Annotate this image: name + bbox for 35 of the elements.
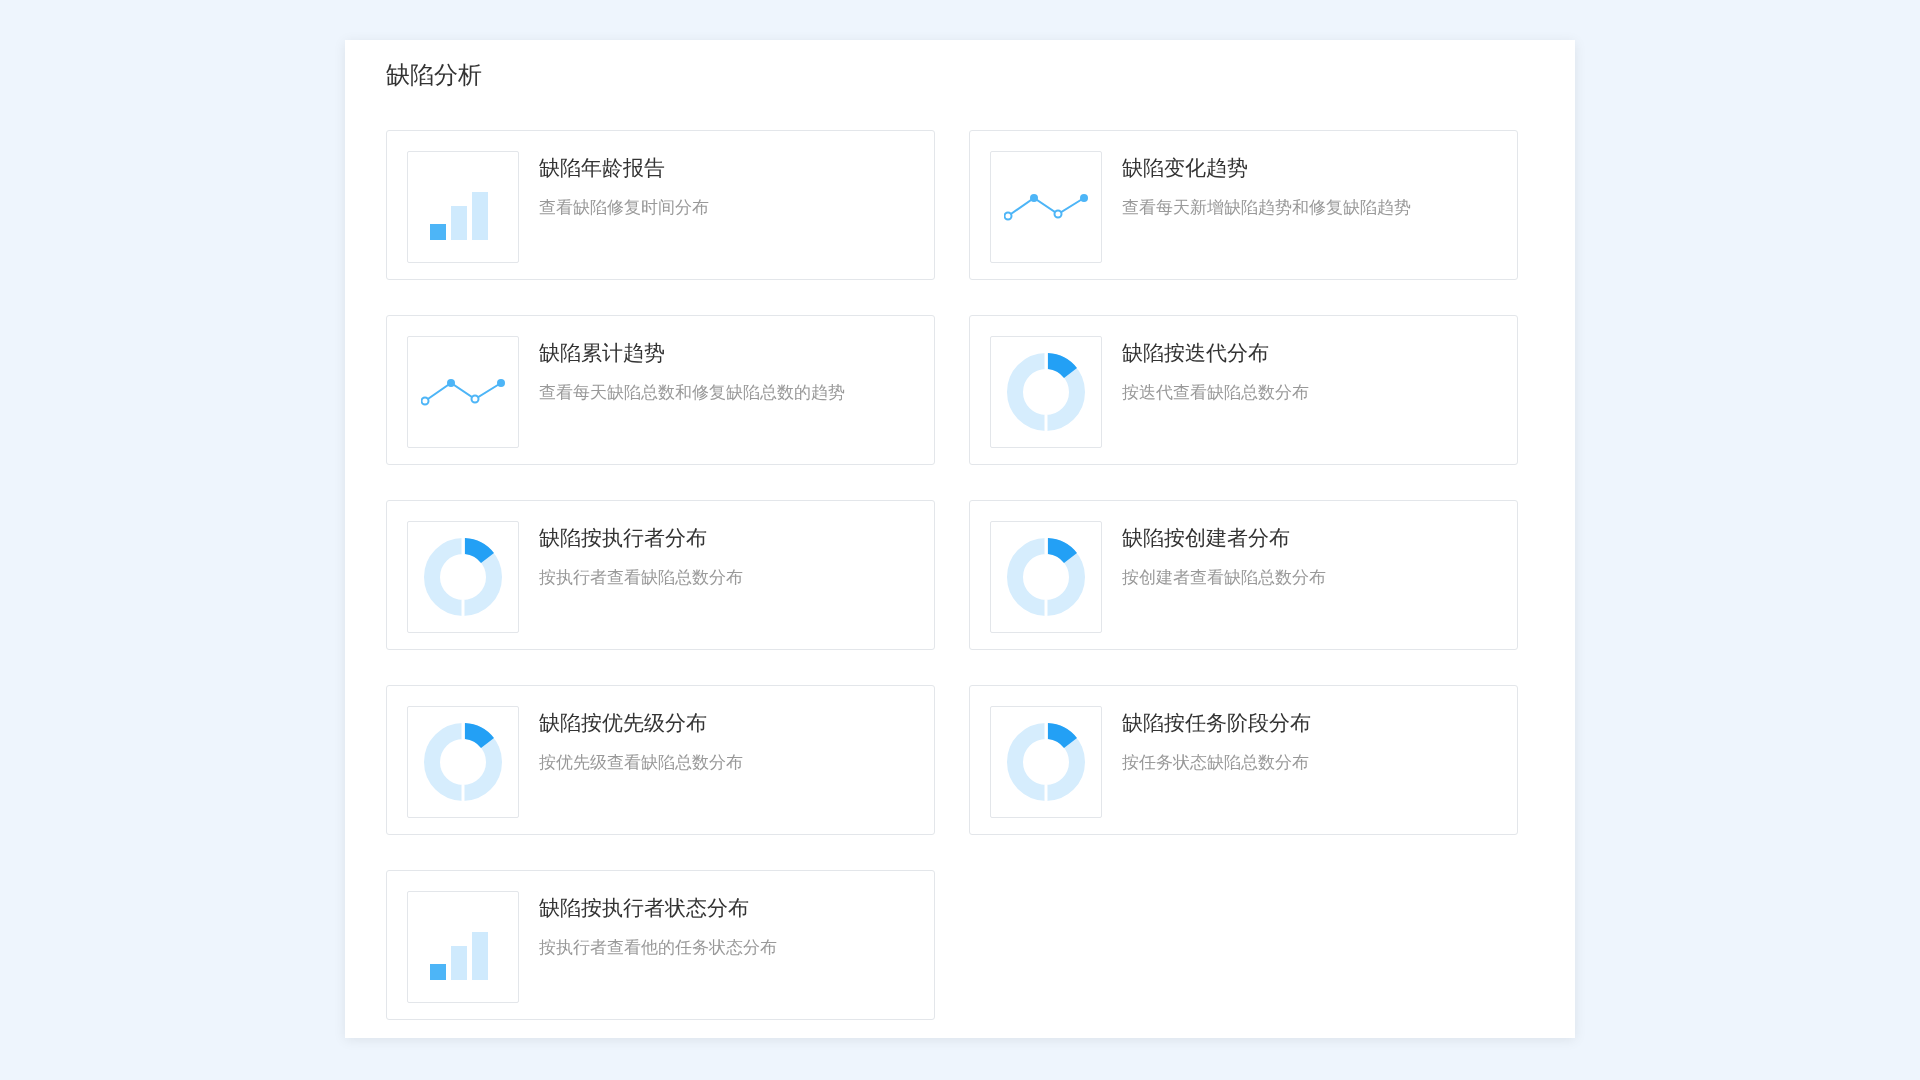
card-description: 按执行者查看缺陷总数分布 (539, 567, 743, 589)
card-title: 缺陷年龄报告 (539, 155, 666, 181)
card-description: 按任务状态缺陷总数分布 (1122, 752, 1310, 774)
report-card[interactable]: 缺陷按迭代分布 按迭代查看缺陷总数分布 (969, 315, 1518, 465)
donut-chart-icon (422, 536, 504, 618)
card-description: 查看每天新增缺陷趋势和修复缺陷趋势 (1122, 197, 1411, 219)
card-description: 按优先级查看缺陷总数分布 (539, 752, 743, 774)
line-chart-icon (421, 377, 505, 407)
card-description: 查看每天缺陷总数和修复缺陷总数的趋势 (539, 382, 845, 404)
card-description: 按执行者查看他的任务状态分布 (539, 937, 777, 959)
report-card[interactable]: 缺陷变化趋势 查看每天新增缺陷趋势和修复缺陷趋势 (969, 130, 1518, 280)
card-title: 缺陷累计趋势 (539, 340, 666, 366)
report-card[interactable]: 缺陷按优先级分布 按优先级查看缺陷总数分布 (386, 685, 935, 835)
card-title: 缺陷按创建者分布 (1122, 525, 1291, 551)
donut-chart-icon (422, 721, 504, 803)
report-card[interactable]: 缺陷按任务阶段分布 按任务状态缺陷总数分布 (969, 685, 1518, 835)
card-title: 缺陷变化趋势 (1122, 155, 1249, 181)
report-card[interactable]: 缺陷年龄报告 查看缺陷修复时间分布 (386, 130, 935, 280)
card-description: 按创建者查看缺陷总数分布 (1122, 567, 1326, 589)
report-card[interactable]: 缺陷按执行者状态分布 按执行者查看他的任务状态分布 (386, 870, 935, 1020)
report-card[interactable]: 缺陷按执行者分布 按执行者查看缺陷总数分布 (386, 500, 935, 650)
donut-chart-icon (1005, 536, 1087, 618)
donut-chart-icon (1005, 721, 1087, 803)
card-title: 缺陷按执行者状态分布 (539, 895, 750, 921)
report-card[interactable]: 缺陷累计趋势 查看每天缺陷总数和修复缺陷总数的趋势 (386, 315, 935, 465)
card-title: 缺陷按优先级分布 (539, 710, 708, 736)
card-title: 缺陷按迭代分布 (1122, 340, 1270, 366)
line-chart-icon (1004, 192, 1088, 222)
card-title: 缺陷按执行者分布 (539, 525, 708, 551)
card-description: 查看缺陷修复时间分布 (539, 197, 709, 219)
section-title: 缺陷分析 (386, 60, 483, 90)
card-title: 缺陷按任务阶段分布 (1122, 710, 1311, 736)
card-description: 按迭代查看缺陷总数分布 (1122, 382, 1309, 404)
donut-chart-icon (1005, 351, 1087, 433)
report-card[interactable]: 缺陷按创建者分布 按创建者查看缺陷总数分布 (969, 500, 1518, 650)
